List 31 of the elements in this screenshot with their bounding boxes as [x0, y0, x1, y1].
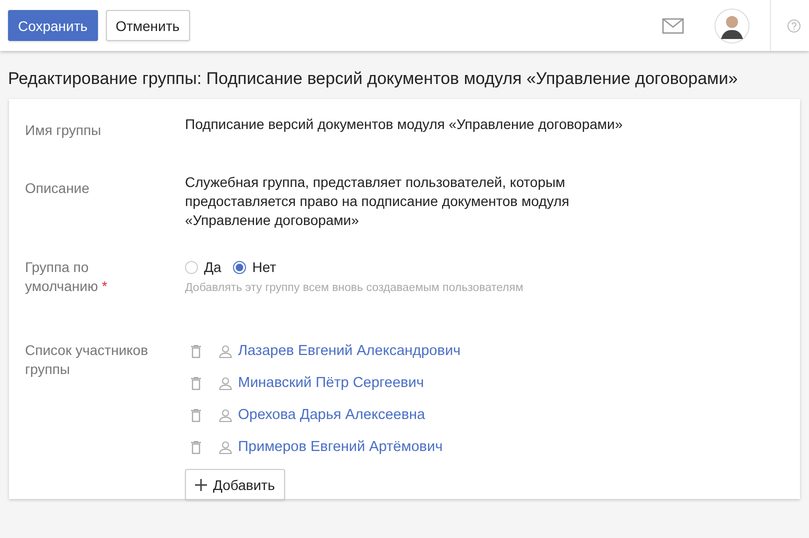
trash-icon[interactable] [191, 408, 201, 422]
hint-text: Добавлять эту группу всем вновь создаваемым пользователям [185, 281, 524, 296]
avatar[interactable] [714, 8, 750, 44]
field-label: Имя группы [25, 121, 102, 140]
radio-button[interactable] [233, 261, 246, 274]
person-icon [219, 344, 232, 358]
field-label: Список участников группы [25, 341, 150, 379]
group-name-value: Подписание версий документов модуля «Управление договорами» [185, 115, 624, 134]
save-button[interactable]: Сохранить [8, 10, 98, 41]
description-value: Служебная группа, представляет пользователей, которым предоставляется право на подписание документов модуля «Управление договорами» [185, 173, 570, 230]
member-link[interactable]: Минавский Пётр Сергеевич [238, 374, 424, 392]
person-icon [219, 376, 232, 390]
trash-icon[interactable] [191, 440, 201, 454]
plus-icon [195, 478, 207, 490]
person-icon [219, 408, 232, 422]
trash-icon[interactable] [191, 344, 201, 358]
field-label: Описание [25, 179, 90, 198]
member-link[interactable]: Примеров Евгений Артёмович [238, 438, 443, 456]
trash-icon[interactable] [191, 376, 201, 390]
mail-icon[interactable] [662, 18, 684, 34]
person-icon [219, 440, 232, 454]
required-asterisk: * [102, 278, 108, 294]
cancel-button[interactable]: Отменить [106, 10, 190, 41]
radio-option[interactable]: Нет [233, 258, 276, 277]
field-label: Группа по умолчанию * [25, 258, 108, 296]
help-icon[interactable] [787, 18, 801, 32]
radio-option[interactable]: Да [185, 258, 222, 277]
member-link[interactable]: Орехова Дарья Алексеевна [238, 406, 426, 424]
page-title: Редактирование группы: Подписание версий документов модуля «Управление договорами» [7, 68, 739, 90]
add-button[interactable]: Добавить [185, 469, 285, 500]
member-link[interactable]: Лазарев Евгений Александрович [238, 342, 461, 360]
